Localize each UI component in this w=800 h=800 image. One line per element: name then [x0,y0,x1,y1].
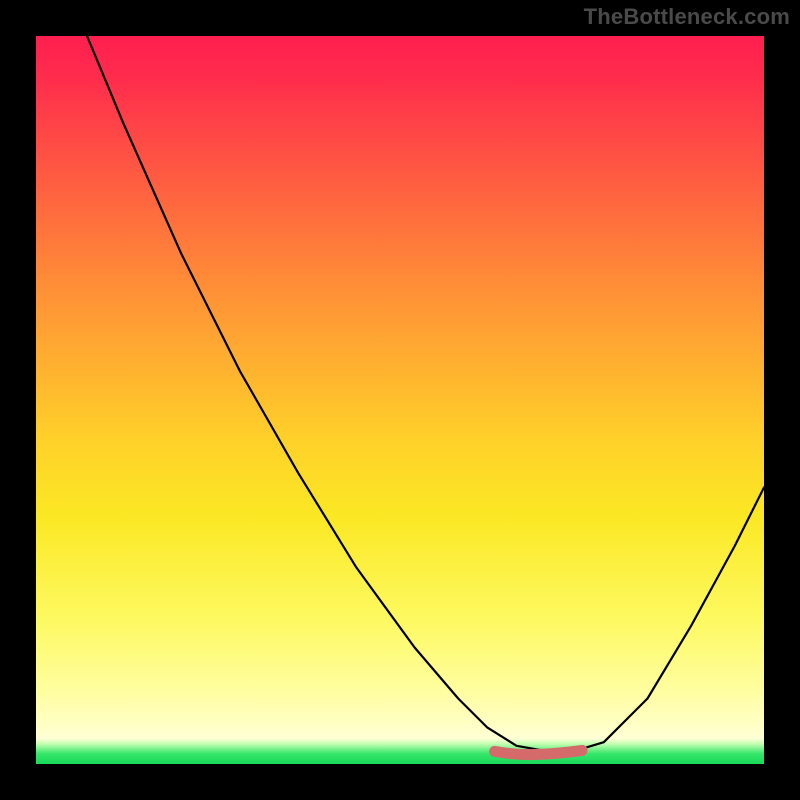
chart-svg [36,36,764,764]
bottleneck-curve-path [87,36,764,751]
chart-container: TheBottleneck.com [0,0,800,800]
attribution-text: TheBottleneck.com [584,4,790,30]
plot-area [36,36,764,764]
optimal-flat-path [495,750,582,754]
